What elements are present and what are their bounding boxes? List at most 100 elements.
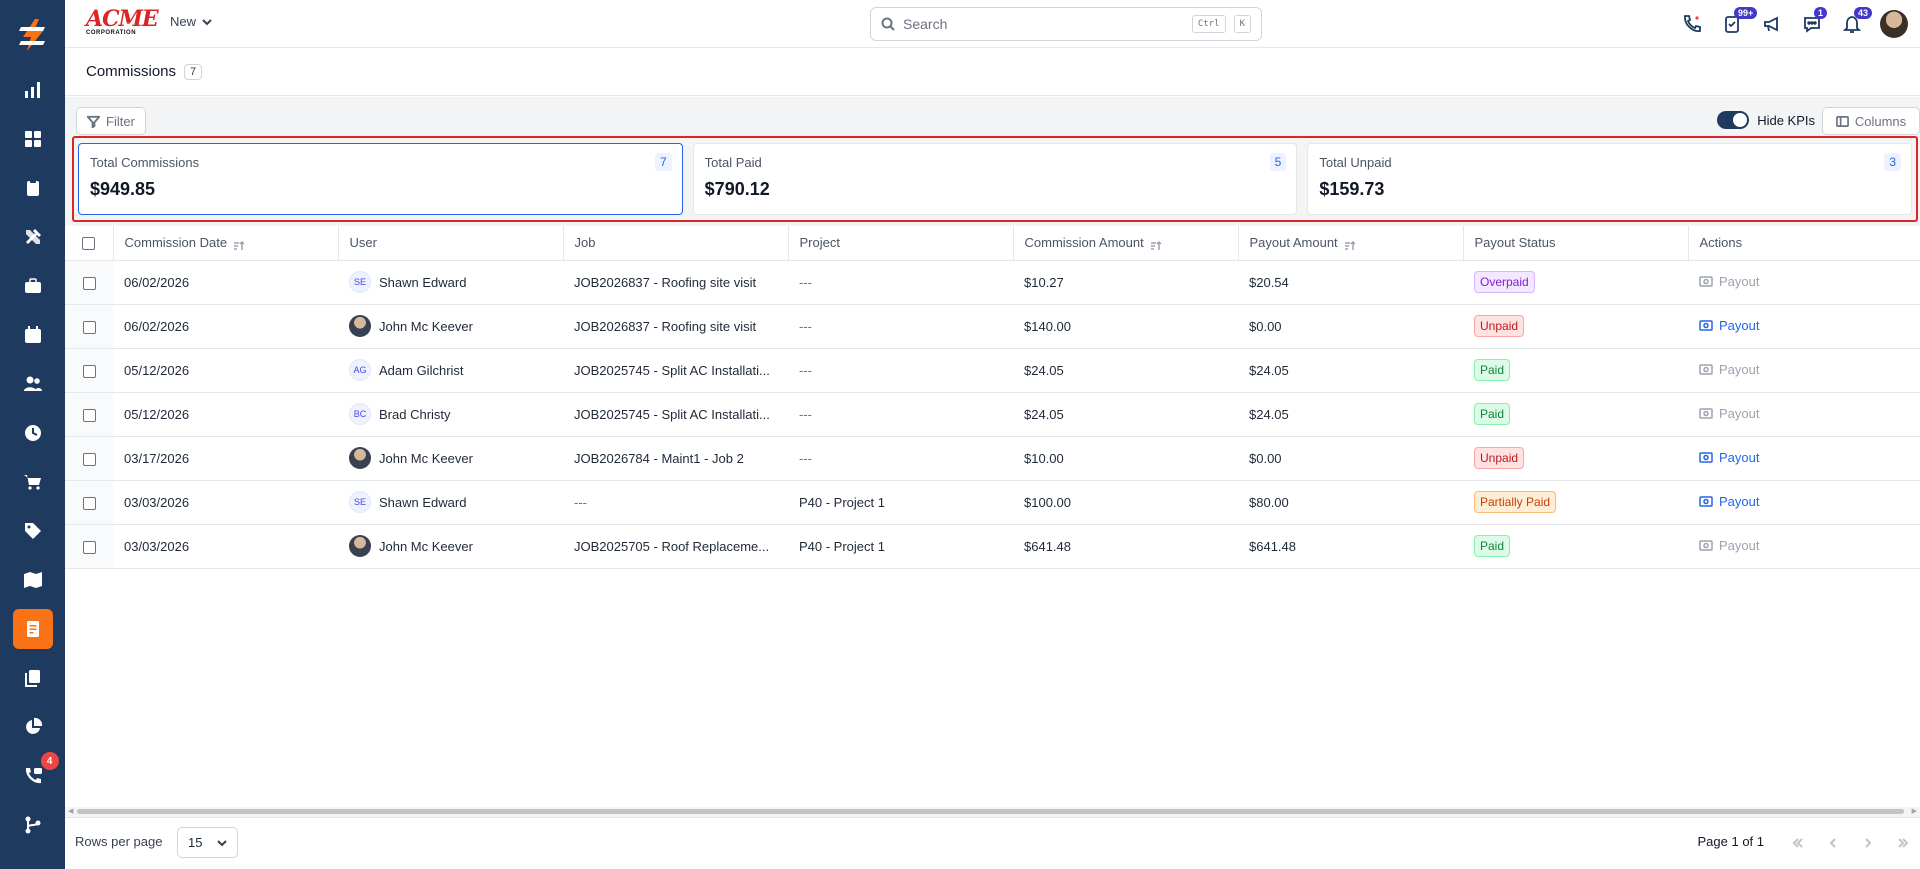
table-row[interactable]: 05/12/2026 AG Adam Gilchrist JOB2025745 -… — [65, 348, 1920, 393]
scroll-right-arrow[interactable]: ▶ — [1912, 807, 1917, 815]
tasks-button[interactable]: 99+ — [1712, 0, 1758, 48]
money-icon — [1699, 364, 1713, 375]
sidebar-item-calls[interactable]: 4 — [13, 750, 61, 796]
notifications-button[interactable]: 43 — [1832, 0, 1873, 48]
payout-button[interactable]: Payout — [1699, 406, 1759, 421]
row-checkbox[interactable] — [82, 320, 96, 334]
table-row[interactable]: 06/02/2026 John Mc Keever JOB2026837 - R… — [65, 304, 1920, 349]
table-row[interactable]: 05/12/2026 BC Brad Christy JOB2025745 - S… — [65, 392, 1920, 437]
sidebar-item-apps[interactable] — [13, 119, 53, 159]
rows-per-page-select[interactable]: 15 — [177, 827, 238, 858]
status-badge: Paid — [1474, 359, 1511, 381]
table-row[interactable]: 03/03/2026 John Mc Keever JOB2025705 - R… — [65, 524, 1920, 569]
commission-date-cell: 03/17/2026 — [113, 436, 338, 481]
payout-button[interactable]: Payout — [1699, 362, 1759, 377]
user-avatar[interactable] — [1880, 10, 1908, 38]
sidebar-item-time[interactable] — [13, 413, 53, 453]
col-commission-amount[interactable]: Commission Amount — [1013, 226, 1239, 261]
new-button[interactable]: New — [170, 14, 212, 29]
payout-button[interactable]: Payout — [1699, 318, 1759, 333]
col-payout-amount[interactable]: Payout Amount — [1238, 226, 1464, 261]
logo-icon — [18, 19, 45, 51]
sidebar-item-calendar[interactable] — [13, 315, 53, 355]
sort-icon[interactable] — [1150, 239, 1162, 250]
status-badge: Partially Paid — [1474, 491, 1557, 513]
user-name: Adam Gilchrist — [379, 362, 464, 378]
user-photo-avatar — [349, 535, 371, 557]
next-page-button[interactable] — [1850, 828, 1885, 858]
sidebar-item-reports[interactable] — [13, 707, 53, 747]
sidebar-item-briefcase[interactable] — [13, 266, 53, 306]
user-cell: SE Shawn Edward — [338, 260, 563, 305]
columns-button[interactable]: Columns — [1822, 107, 1920, 135]
user-photo-avatar — [349, 447, 371, 469]
filter-label: Filter — [106, 113, 135, 129]
user-name: John Mc Keever — [379, 538, 473, 554]
kpi-total-unpaid[interactable]: Total Unpaid $159.73 3 — [1307, 143, 1913, 215]
payout-button[interactable]: Payout — [1699, 274, 1759, 289]
row-checkbox[interactable] — [82, 452, 96, 466]
sidebar-item-commissions[interactable] — [12, 609, 53, 649]
cart-icon — [23, 475, 41, 490]
brand-logo[interactable]: ACME CORPORATION — [86, 8, 159, 38]
col-commission-date[interactable]: Commission Date — [113, 226, 339, 261]
select-all-checkbox[interactable] — [82, 237, 96, 251]
kpi-total-commissions[interactable]: Total Commissions $949.85 7 — [78, 143, 683, 215]
table-row[interactable]: 03/03/2026 SE Shawn Edward --- P40 - Proj… — [65, 480, 1920, 525]
sidebar-item-dashboard[interactable] — [13, 70, 53, 110]
columns-icon — [1835, 115, 1849, 127]
table-row[interactable]: 06/02/2026 SE Shawn Edward JOB2026837 - R… — [65, 260, 1920, 305]
scrollbar-thumb[interactable] — [77, 809, 1904, 814]
phone-button[interactable] — [1672, 0, 1712, 48]
payout-amount-cell: $24.05 — [1238, 392, 1463, 437]
row-checkbox[interactable] — [82, 540, 96, 554]
payout-label: Payout — [1719, 318, 1760, 333]
sidebar-item-users[interactable] — [13, 364, 53, 404]
sidebar-item-tags[interactable] — [13, 511, 53, 551]
sidebar-item-map[interactable] — [13, 560, 53, 600]
project-cell: --- — [788, 392, 1013, 437]
payout-label: Payout — [1719, 450, 1760, 465]
kpi-total-paid[interactable]: Total Paid $790.12 5 — [692, 143, 1298, 215]
chat-button[interactable]: 1 — [1792, 0, 1832, 48]
last-page-button[interactable] — [1885, 828, 1920, 858]
payout-button[interactable]: Payout — [1699, 538, 1759, 553]
calls-badge: 4 — [38, 750, 61, 772]
scroll-left-arrow[interactable]: ◀ — [68, 807, 73, 815]
select-all-cell — [65, 226, 114, 261]
first-page-button[interactable] — [1780, 828, 1815, 858]
user-initials-avatar: SE — [349, 491, 371, 513]
payout-label: Payout — [1719, 538, 1760, 553]
row-checkbox[interactable] — [82, 276, 96, 290]
kpi-label: Total Paid — [704, 155, 762, 170]
filter-button[interactable]: Filter — [76, 107, 146, 135]
sidebar: 4 — [0, 0, 65, 869]
user-cell: John Mc Keever — [338, 524, 563, 569]
payout-button[interactable]: Payout — [1699, 494, 1759, 509]
commissions-table-container: Commission Date User Job Project Commiss… — [65, 226, 1920, 809]
sidebar-item-documents[interactable] — [13, 658, 53, 698]
hide-kpis-toggle[interactable] — [1717, 111, 1750, 129]
sort-icon[interactable] — [1344, 239, 1356, 250]
sidebar-item-clipboard[interactable] — [13, 168, 53, 208]
page-info: Page 1 of 1 — [1697, 834, 1765, 849]
prev-page-button[interactable] — [1815, 828, 1850, 858]
search-box[interactable]: Ctrl K — [870, 7, 1262, 41]
kpi-value: $790.12 — [704, 179, 770, 199]
chevrons-left-icon — [1792, 838, 1803, 848]
horizontal-scrollbar[interactable]: ◀ ▶ — [65, 807, 1920, 816]
sort-icon[interactable] — [233, 239, 245, 250]
announcements-button[interactable] — [1752, 0, 1792, 48]
search-input[interactable] — [903, 16, 1184, 32]
chevron-left-icon — [1829, 838, 1836, 848]
pie-chart-icon — [25, 717, 42, 734]
sidebar-item-workflow[interactable] — [13, 805, 53, 845]
row-checkbox[interactable] — [82, 408, 96, 422]
row-checkbox[interactable] — [82, 364, 96, 378]
payout-button[interactable]: Payout — [1699, 450, 1759, 465]
sidebar-item-cart[interactable] — [13, 462, 53, 502]
app-logo[interactable] — [0, 0, 65, 70]
table-row[interactable]: 03/17/2026 John Mc Keever JOB2026784 - M… — [65, 436, 1920, 481]
row-checkbox[interactable] — [82, 496, 96, 510]
sidebar-item-tools[interactable] — [13, 217, 53, 257]
